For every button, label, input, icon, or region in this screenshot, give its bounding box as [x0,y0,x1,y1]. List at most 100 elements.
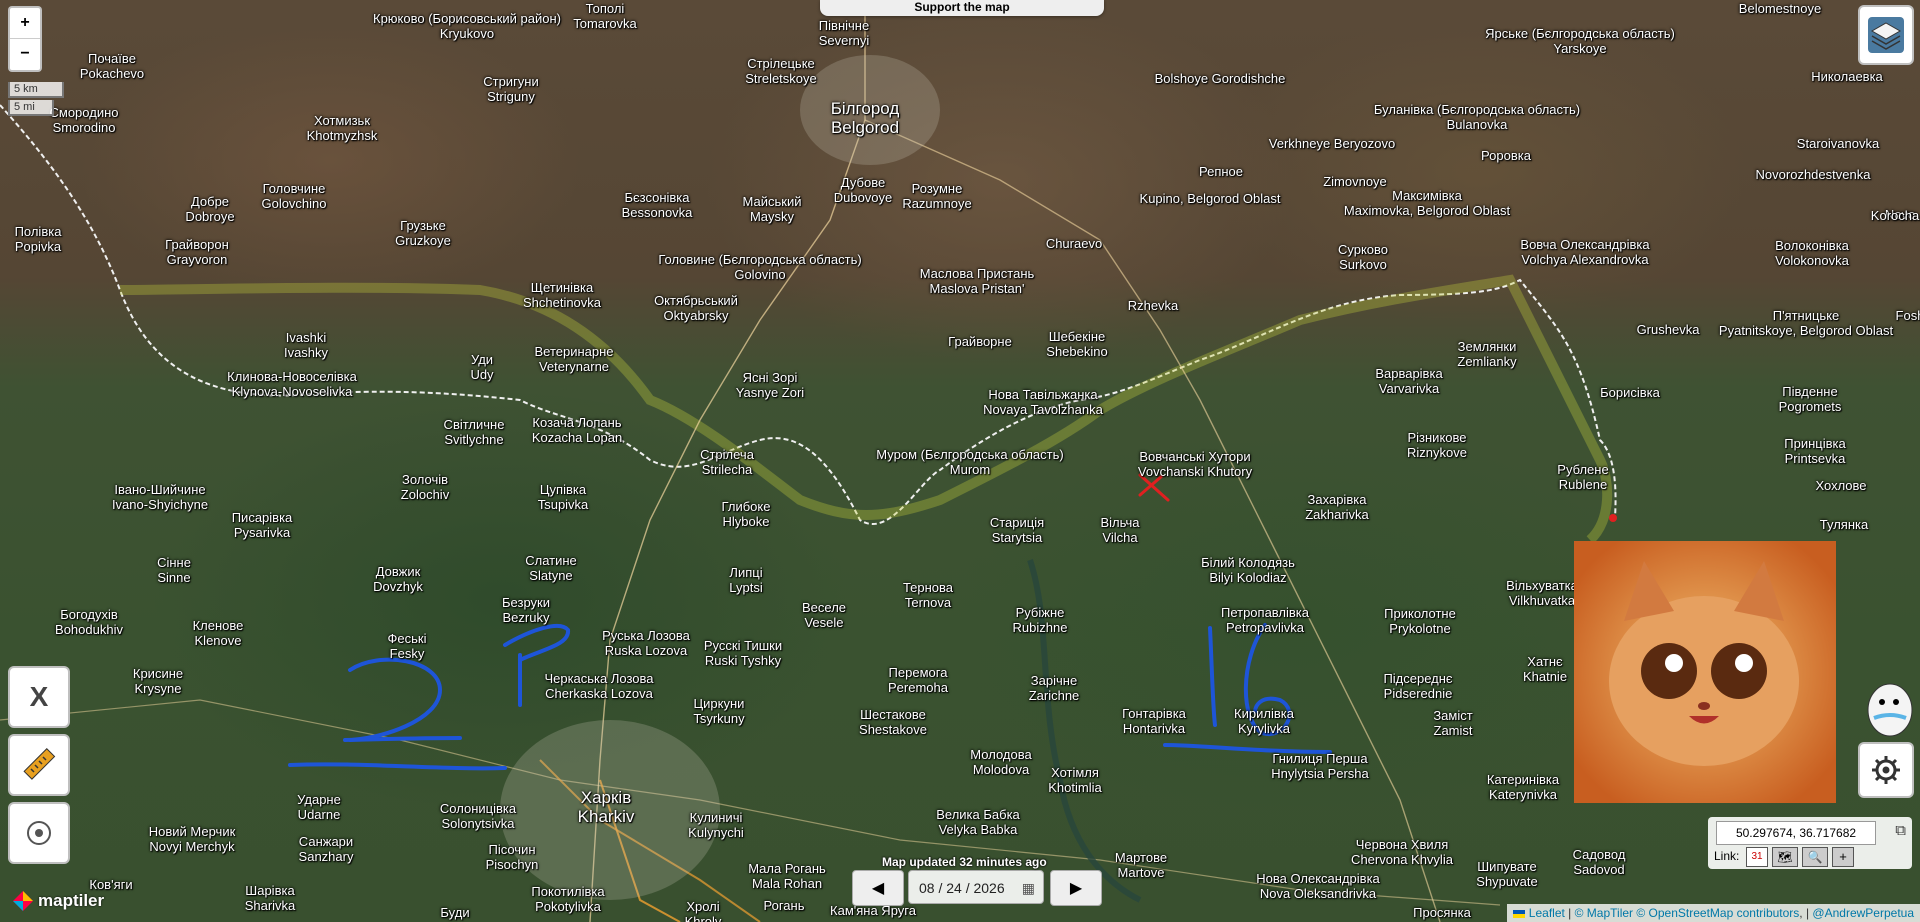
place-name: Грайворне [948,334,1012,349]
place-name-en: Ivano-Shyichyne [111,497,209,512]
date-input[interactable]: 08 / 24 / 2026 ▦ [908,870,1044,904]
place-name: Вiльхуватка [1506,578,1578,593]
locate-button[interactable] [8,802,70,864]
close-button[interactable]: X [8,666,70,728]
place-label: Тулянка [1820,517,1868,532]
place-name-en: Vilkhuvatka [1508,593,1576,608]
place-name-en: Martove [1117,865,1165,880]
place-name: Fosh [1895,308,1920,323]
place-name-en: Shebekino [1046,344,1108,359]
place-label: Verkhneye Beryozovo [1269,136,1395,151]
place-name-en: Maysky [749,209,795,224]
place-label: Зарiчне Zarichne [1029,673,1080,703]
place-label: Розумне Razumnoye [902,181,971,211]
link-label: Link: [1714,849,1740,863]
overlay-cat-image[interactable] [1574,541,1836,803]
place-label: Волоконiвка Volokonovka [1775,238,1849,268]
place-name: Щетинiвка [530,280,594,295]
place-name: Санжари [298,834,354,849]
ruler-button[interactable] [8,734,70,796]
place-name-en: Pokachevo [79,66,145,81]
next-date-button[interactable]: ▶ [1050,870,1102,906]
place-name-en: Rublene [1558,477,1608,492]
osm-link[interactable]: © OpenStreetMap contributors [1636,906,1799,920]
place-label: Гнилиця Перша Hnylytsia Persha [1271,751,1369,781]
zoom-out-button[interactable]: − [10,38,40,69]
place-label: Staroivanovka [1797,136,1879,151]
place-name-en: Volokonovka [1775,253,1849,268]
leaflet-link[interactable]: Leaflet [1529,906,1565,920]
place-name: Пiвнiчне [818,18,870,33]
border-line [0,104,1617,525]
place-name: Крюково (Борисовський район) [373,11,561,26]
place-name: Репное [1198,164,1244,179]
world-map-icon[interactable]: 🗺 [1772,847,1798,867]
date-navigation: ◀ 08 / 24 / 2026 ▦ ▶ [852,870,1102,906]
place-name-en: Novaya Tavolzhanka [983,402,1103,417]
copy-icon[interactable]: ⧉ [1895,822,1906,839]
ukraine-flag-icon [1513,909,1526,918]
place-name: Почаївe [87,51,137,66]
place-name-en: Dovzhyk [373,579,423,594]
place-label: Шарiвка Sharivka [245,883,296,913]
place-name-en: Shestakove [859,722,927,737]
place-name: Цупiвка [539,482,587,497]
magnifier-icon[interactable]: 🔍 [1802,847,1828,867]
plus-icon[interactable]: + [1832,847,1854,867]
place-name: Слатине [525,553,577,568]
place-name-en: Golovino [734,267,786,282]
place-label: Буланівка (Бєлгородська область) Bulanovk… [1374,102,1580,132]
gear-icon [1872,756,1900,784]
place-name: Головине (Бєлгородська область) [658,252,862,267]
coordinates-input[interactable] [1716,821,1876,845]
author-link[interactable]: @AndrewPerpetua [1812,906,1914,920]
place-name: Ветеринарне [534,344,614,359]
place-name: Рiзникове [1407,430,1467,445]
place-name: Хотмизьк [313,113,371,128]
place-label: Пiвденне Pogromets [1779,384,1842,414]
layers-button[interactable] [1858,5,1914,65]
zoom-in-button[interactable]: + [10,8,40,38]
maptiler-logo[interactable]: maptiler [12,890,104,912]
place-name-en: Katerynivka [1489,787,1557,802]
settings-button[interactable] [1858,742,1914,798]
calendar-picker-icon[interactable]: ▦ [1022,871,1035,905]
place-name-en: Volchya Alexandrovka [1521,252,1649,267]
place-label: Безруки Bezruky [502,595,550,625]
maptiler-attrib-link[interactable]: © MapTiler [1575,906,1633,920]
support-the-map-button[interactable]: Support the map [820,0,1104,16]
place-name-en: Bessonovka [621,205,693,220]
place-name: Пiдсереднє [1383,671,1453,686]
coordinates-panel: ⧉ Link: 31 🗺 🔍 + [1708,817,1912,869]
place-name: Глибоке [721,499,771,514]
place-name: Богодухiв [60,607,118,622]
place-label: Bolshoye Gorodishche [1155,71,1286,86]
place-label: Смородино Smorodino [50,105,119,135]
calendar-icon[interactable]: 31 [1746,847,1768,867]
place-label: Мала Рогань Mala Rohan [748,861,826,891]
place-name-en: Streletskoye [745,71,817,86]
place-name-en: Hontarivka [1122,721,1186,736]
place-label: Слатине Slatyne [525,553,577,583]
place-name: Землянки [1457,339,1517,354]
scale-mi: 5 mi [8,100,54,116]
place-name-en: Ternova [904,595,952,610]
place-name: Молодова [970,747,1032,762]
place-label: Борисiвка [1600,385,1660,400]
place-name: Шарiвка [245,883,295,898]
place-label: Fosh [1896,308,1920,323]
place-name: Вiльча [1100,515,1140,530]
place-name-en: Zamist [1433,723,1473,738]
previous-date-button[interactable]: ◀ [852,870,904,906]
place-label: Дубове Dubovoye [834,175,893,205]
place-name: Принцiвка [1784,436,1846,451]
place-name: Буди [440,905,470,920]
place-name-en: Petropavlivka [1225,620,1305,635]
place-name: Петропавлiвка [1220,605,1310,620]
place-name-en: Slatyne [529,568,573,583]
place-name: Рогань [763,898,805,913]
place-name: Перемога [888,665,948,680]
place-name-en: Popivka [14,239,62,254]
place-name: П'ятницьке [1772,308,1840,323]
place-name-en: Pysarivka [233,525,291,540]
